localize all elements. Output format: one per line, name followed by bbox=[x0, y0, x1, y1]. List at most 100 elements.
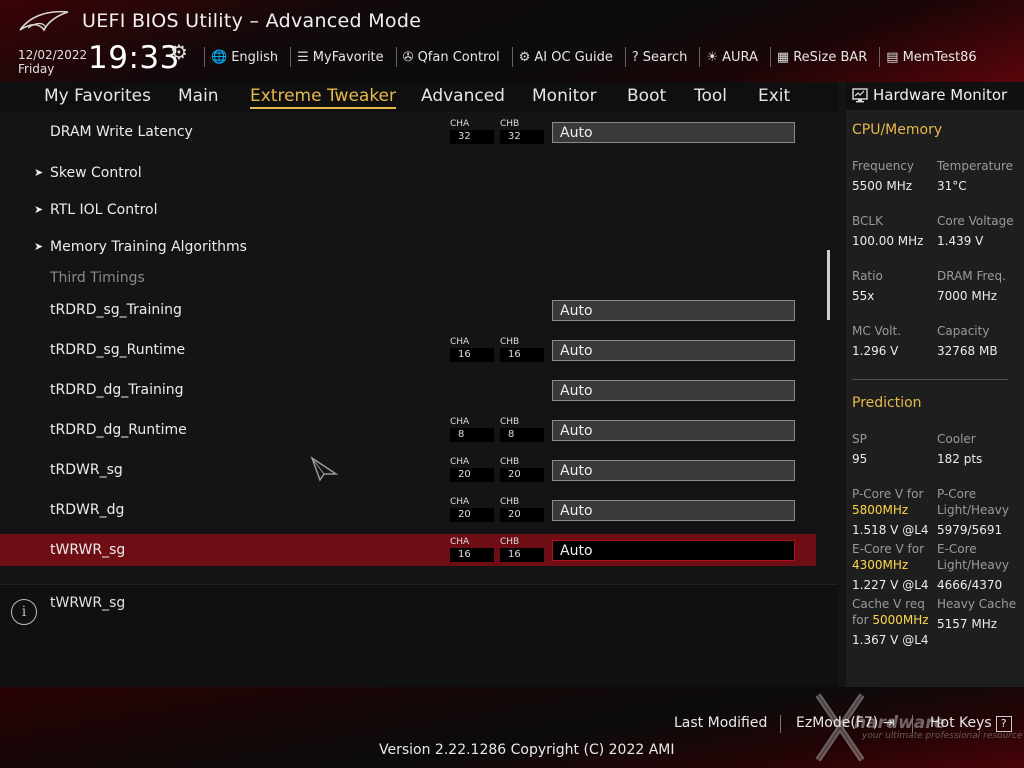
toolbar-separator bbox=[290, 47, 292, 67]
toolbar-separator bbox=[395, 47, 397, 67]
tab-my-favorites[interactable]: My Favorites bbox=[44, 86, 151, 106]
toolbar-label: Qfan Control bbox=[417, 49, 500, 65]
cache-voltage-label: Cache V req bbox=[852, 597, 925, 611]
setting-value-dropdown[interactable]: Auto bbox=[552, 500, 795, 521]
channel-label: CHB bbox=[500, 457, 520, 467]
setting-row[interactable]: tRDRD_sg_Runtime CHA 16 CHB 16 Auto bbox=[0, 334, 816, 366]
pcore-voltage-stat: P-Core V for 5800MHz 1.518 V @L4 bbox=[852, 486, 929, 538]
setting-row[interactable]: tWRWR_sg CHA 16 CHB 16 Auto bbox=[0, 534, 816, 566]
toolbar-separator bbox=[204, 47, 205, 67]
toolbar: 🌐 English ☰ MyFavorite ✇ Qfan Control ⚙ AI OC G… bbox=[198, 47, 983, 67]
hot-keys-button[interactable]: Hot Keys? bbox=[930, 715, 1012, 732]
setting-value-dropdown[interactable]: Auto bbox=[552, 340, 795, 361]
footer-divider bbox=[780, 715, 781, 733]
ezmode-button[interactable]: EzMode(F7) ⇥ bbox=[796, 715, 894, 731]
help-panel: i tWRWR_sg bbox=[0, 584, 838, 688]
stat-label: Frequency bbox=[852, 159, 914, 173]
setting-row[interactable]: tRDWR_sg CHA 20 CHB 20 Auto bbox=[0, 454, 816, 486]
cache-voltage-stat: Cache V req for 5000MHz 1.367 V @L4 bbox=[852, 596, 929, 648]
setting-row[interactable]: tRDRD_dg_Runtime CHA 8 CHB 8 Auto bbox=[0, 414, 816, 446]
pcore-lh-label: P-Core bbox=[937, 487, 977, 501]
setting-row[interactable]: tRDRD_sg_Training Auto bbox=[0, 294, 816, 326]
toolbar-separator bbox=[769, 47, 771, 67]
hardware-monitor-header: Hardware Monitor bbox=[846, 82, 1024, 110]
setting-value-dropdown[interactable]: Auto bbox=[552, 460, 795, 481]
cpu-stat-dram-freq: DRAM Freq. 7000 MHz bbox=[937, 268, 1006, 304]
toolbar-favorite-list[interactable]: ☰ MyFavorite bbox=[297, 50, 384, 65]
setting-label: tRDWR_sg bbox=[50, 462, 123, 478]
fan-icon: ✇ bbox=[402, 49, 414, 65]
setting-row[interactable]: ➤ Memory Training Algorithms bbox=[0, 231, 816, 263]
toolbar-globe[interactable]: 🌐 English bbox=[211, 50, 278, 65]
channel-label: CHA bbox=[450, 537, 470, 547]
setting-row[interactable]: tRDRD_dg_Training Auto bbox=[0, 374, 816, 406]
setting-label: tRDWR_dg bbox=[50, 502, 125, 518]
toolbar-label: English bbox=[231, 49, 279, 65]
setting-row[interactable]: tRDWR_dg CHA 20 CHB 20 Auto bbox=[0, 494, 816, 526]
help-key-icon: ? bbox=[995, 716, 1012, 732]
search-help-icon: ? bbox=[631, 49, 639, 65]
channel-value: 16 bbox=[450, 348, 494, 362]
toolbar-memtest[interactable]: ▤ MemTest86 bbox=[886, 50, 976, 65]
setting-label: tRDRD_sg_Runtime bbox=[50, 342, 186, 358]
prediction-heading: Prediction bbox=[852, 395, 922, 411]
channel-cha-readout: CHA 16 bbox=[450, 336, 494, 362]
tab-extreme-tweaker[interactable]: Extreme Tweaker bbox=[250, 86, 397, 109]
stat-label: Capacity bbox=[937, 324, 990, 338]
cpu-stat-ratio: Ratio 55x bbox=[852, 268, 883, 304]
setting-value-dropdown[interactable]: Auto bbox=[552, 122, 795, 143]
gear-icon[interactable]: ⚙ bbox=[170, 40, 188, 64]
setting-value-dropdown[interactable]: Auto bbox=[552, 420, 795, 441]
tab-advanced[interactable]: Advanced bbox=[421, 86, 505, 106]
tab-monitor[interactable]: Monitor bbox=[532, 86, 597, 106]
channel-label: CHB bbox=[500, 417, 520, 427]
tab-exit[interactable]: Exit bbox=[758, 86, 790, 106]
cache-voltage-freq: 5000MHz bbox=[872, 613, 929, 627]
pcore-voltage-value: 1.518 V @L4 bbox=[852, 523, 929, 537]
channel-label: CHA bbox=[450, 417, 470, 427]
rog-logo-icon bbox=[19, 10, 69, 32]
stat-label: MC Volt. bbox=[852, 324, 902, 338]
setting-value-dropdown[interactable]: Auto bbox=[552, 380, 795, 401]
date-text: 12/02/2022 bbox=[18, 48, 88, 62]
setting-label: DRAM Write Latency bbox=[50, 124, 193, 140]
hardware-monitor-panel: Hardware Monitor CPU/Memory Prediction S… bbox=[846, 82, 1024, 687]
channel-value: 32 bbox=[500, 130, 544, 144]
cpu-memory-heading: CPU/Memory bbox=[852, 122, 943, 138]
setting-label: Memory Training Algorithms bbox=[50, 239, 247, 255]
toolbar-aura-light[interactable]: ☀ AURA bbox=[706, 50, 757, 65]
cache-voltage-for: for bbox=[852, 613, 869, 627]
setting-label: tRDRD_sg_Training bbox=[50, 302, 182, 318]
ai-chip-icon: ⚙ bbox=[518, 49, 531, 65]
ecore-voltage-freq: 4300MHz bbox=[852, 558, 909, 572]
setting-label: tRDRD_dg_Runtime bbox=[50, 422, 187, 438]
stat-label: Temperature bbox=[937, 159, 1014, 173]
toolbar-search-help[interactable]: ? Search bbox=[632, 50, 688, 65]
help-text: tWRWR_sg bbox=[50, 595, 126, 611]
setting-label: Skew Control bbox=[50, 165, 142, 181]
toolbar-ai-chip[interactable]: ⚙ AI OC Guide bbox=[519, 50, 613, 65]
toolbar-label: AI OC Guide bbox=[534, 49, 613, 65]
channel-label: CHB bbox=[500, 337, 520, 347]
setting-value-dropdown[interactable]: Auto bbox=[552, 540, 795, 561]
ecore-lh-value: 4666/4370 bbox=[937, 578, 1003, 592]
section-heading: Third Timings bbox=[50, 270, 145, 286]
scrollbar-thumb[interactable] bbox=[827, 250, 830, 320]
toolbar-fan[interactable]: ✇ Qfan Control bbox=[403, 50, 500, 65]
setting-value-dropdown[interactable]: Auto bbox=[552, 300, 795, 321]
ecore-voltage-value: 1.227 V @L4 bbox=[852, 578, 929, 592]
tab-tool[interactable]: Tool bbox=[694, 86, 727, 106]
hardware-monitor-title: Hardware Monitor bbox=[873, 86, 1008, 104]
app-title: UEFI BIOS Utility – Advanced Mode bbox=[82, 10, 422, 32]
channel-label: CHA bbox=[450, 337, 470, 347]
channel-label: CHA bbox=[450, 457, 470, 467]
setting-row[interactable]: DRAM Write Latency CHA 32 CHB 32 Auto bbox=[0, 116, 816, 148]
tab-boot[interactable]: Boot bbox=[627, 86, 666, 106]
last-modified-button[interactable]: Last Modified bbox=[674, 715, 767, 731]
setting-row[interactable]: ➤ RTL IOL Control bbox=[0, 194, 816, 226]
toolbar-resize-bar[interactable]: ▦ ReSize BAR bbox=[777, 50, 867, 65]
channel-value: 20 bbox=[500, 468, 544, 482]
tab-main[interactable]: Main bbox=[178, 86, 219, 106]
setting-label: tRDRD_dg_Training bbox=[50, 382, 184, 398]
setting-row[interactable]: ➤ Skew Control bbox=[0, 157, 816, 189]
